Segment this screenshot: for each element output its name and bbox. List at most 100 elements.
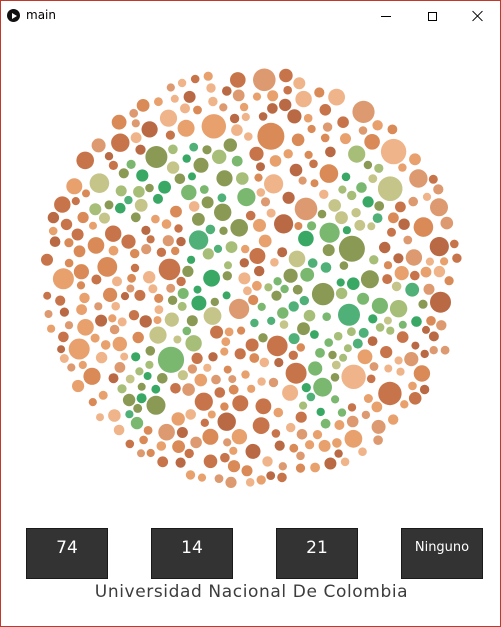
plate-dot xyxy=(418,299,428,309)
plate-dot xyxy=(165,130,175,140)
plate-dot xyxy=(269,155,282,167)
plate-dot xyxy=(146,448,155,458)
plate-dot xyxy=(319,104,332,116)
plate-dot xyxy=(328,199,342,212)
plate-dot xyxy=(318,439,331,452)
plate-dot xyxy=(396,367,405,376)
plate-dot xyxy=(419,384,430,395)
plate-dot xyxy=(120,352,129,361)
plate-dot xyxy=(237,326,246,335)
plate-dot xyxy=(214,203,232,221)
plate-dot xyxy=(126,284,135,293)
plate-dot xyxy=(117,317,127,327)
plate-dot xyxy=(157,456,169,468)
plate-dot xyxy=(295,90,312,108)
plate-dot xyxy=(311,282,335,306)
plate-dot xyxy=(230,219,248,237)
plate-dot xyxy=(100,340,111,350)
plate-dot xyxy=(217,193,227,203)
plate-dot xyxy=(231,155,243,167)
plate-dot xyxy=(103,287,118,302)
plate-dot xyxy=(241,370,250,379)
plate-dot xyxy=(331,360,341,370)
plate-dot xyxy=(229,298,250,319)
plate-dot xyxy=(77,319,94,336)
answer-button-74[interactable]: 74 xyxy=(26,528,108,579)
ishihara-plate-image xyxy=(41,68,462,488)
plate-dot xyxy=(256,162,265,172)
answer-button-ninguno[interactable]: Ninguno xyxy=(401,528,483,579)
plate-dot xyxy=(339,353,348,362)
plate-dot xyxy=(260,197,271,207)
plate-dot xyxy=(216,170,233,187)
plate-dot xyxy=(249,146,264,161)
plate-dot xyxy=(241,112,250,122)
plate-dot xyxy=(222,86,232,96)
plate-dot xyxy=(312,430,323,440)
plate-dot xyxy=(413,217,434,237)
plate-dot xyxy=(121,234,136,249)
plate-dot xyxy=(319,164,339,183)
plate-dot xyxy=(177,301,187,311)
plate-dot xyxy=(161,219,172,229)
plate-dot xyxy=(154,97,163,107)
close-button[interactable] xyxy=(454,1,500,31)
answer-button-14[interactable]: 14 xyxy=(151,528,233,579)
plate-dot xyxy=(171,412,185,426)
plate-dot xyxy=(89,173,110,193)
plate-dot xyxy=(130,263,140,273)
minimize-button[interactable] xyxy=(363,1,409,31)
plate-dot xyxy=(203,269,221,287)
plate-dot xyxy=(64,238,74,248)
plate-dot xyxy=(197,473,207,482)
plate-dot xyxy=(267,90,279,102)
plate-dot xyxy=(58,331,69,343)
plate-dot xyxy=(206,83,216,93)
plate-dot xyxy=(295,463,306,473)
plate-dot xyxy=(379,241,391,254)
plate-dot xyxy=(193,105,202,115)
plate-dot xyxy=(371,297,388,314)
maximize-button[interactable] xyxy=(409,1,455,31)
plate-dot xyxy=(188,201,200,212)
plate-dot xyxy=(408,196,419,207)
plate-dot xyxy=(388,212,399,224)
plate-dot xyxy=(210,297,219,307)
plate-dot xyxy=(130,416,144,430)
plate-dot xyxy=(331,395,340,404)
plate-dot xyxy=(316,407,325,417)
plate-dot xyxy=(319,189,329,199)
plate-dot xyxy=(115,202,126,214)
plate-dot xyxy=(131,352,141,362)
plate-dot xyxy=(220,402,229,411)
plate-dot xyxy=(177,370,188,381)
plate-dot xyxy=(133,403,143,413)
plate-dot xyxy=(143,372,152,380)
plate-dot xyxy=(268,377,279,388)
plate-dot xyxy=(347,277,360,290)
title-bar[interactable]: main xyxy=(1,1,500,31)
plate-dot xyxy=(185,409,196,420)
plate-dot xyxy=(299,401,308,410)
plate-dot xyxy=(124,195,133,205)
plate-dot xyxy=(245,338,259,352)
plate-dot xyxy=(368,314,378,324)
plate-dot xyxy=(202,248,214,260)
app-window: main 74 14 21 Ninguno Universidad Nacion… xyxy=(0,0,501,627)
plate-dot xyxy=(182,383,195,396)
plate-dot xyxy=(203,307,222,325)
plate-dot xyxy=(149,326,167,344)
plate-dot xyxy=(54,196,71,213)
plate-dot xyxy=(383,261,393,270)
plate-dot xyxy=(351,208,361,218)
plate-dot xyxy=(136,169,149,182)
plate-dot xyxy=(213,244,223,253)
plate-dot xyxy=(219,103,228,112)
plate-dot xyxy=(220,347,229,356)
plate-dot xyxy=(208,352,218,362)
plate-dot xyxy=(222,291,231,300)
answer-button-21[interactable]: 21 xyxy=(276,528,358,579)
plate-dot xyxy=(340,457,350,467)
close-icon xyxy=(471,10,483,22)
plate-dot xyxy=(333,331,343,341)
